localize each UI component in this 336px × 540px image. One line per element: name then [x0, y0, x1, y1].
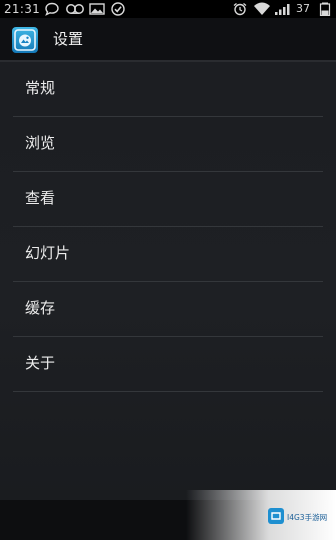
- settings-item-label: 查看: [25, 189, 56, 207]
- settings-item-label: 关于: [25, 354, 56, 372]
- settings-item-label: 幻灯片: [25, 244, 71, 262]
- voicemail-icon: [66, 4, 84, 14]
- settings-item-about[interactable]: 关于: [0, 337, 336, 392]
- watermark-logo: I4G3手游网: [268, 508, 327, 524]
- action-bar: 设置: [0, 18, 336, 62]
- settings-item-label: 浏览: [25, 134, 56, 152]
- image-icon: [89, 3, 105, 15]
- page-title: 设置: [53, 30, 84, 48]
- battery-icon: [319, 2, 331, 16]
- settings-item-label: 缓存: [25, 299, 56, 317]
- settings-item-label: 常规: [25, 79, 56, 97]
- settings-item-general[interactable]: 常规: [0, 62, 336, 117]
- settings-item-view[interactable]: 查看: [0, 172, 336, 227]
- settings-screen: 21:31 37 设置 常规 浏览 查看 幻灯片 缓存 关于 I4G3手游网: [0, 0, 336, 540]
- battery-percent: 37: [296, 2, 310, 15]
- alarm-icon: [233, 2, 247, 16]
- check-icon: [111, 2, 125, 16]
- gallery-app-icon[interactable]: [12, 27, 38, 53]
- status-bar: 21:31 37: [0, 0, 336, 18]
- wifi-icon: [254, 2, 270, 15]
- chat-icon: [45, 2, 59, 16]
- status-time: 21:31: [4, 2, 41, 16]
- settings-item-cache[interactable]: 缓存: [0, 282, 336, 337]
- watermark-text: I4G3手游网: [287, 512, 327, 522]
- settings-item-slideshow[interactable]: 幻灯片: [0, 227, 336, 282]
- gallery-logo-icon: [14, 29, 36, 51]
- settings-list: 常规 浏览 查看 幻灯片 缓存 关于: [0, 62, 336, 392]
- settings-item-browse[interactable]: 浏览: [0, 117, 336, 172]
- list-divider: [13, 391, 323, 392]
- signal-icon: [275, 4, 290, 15]
